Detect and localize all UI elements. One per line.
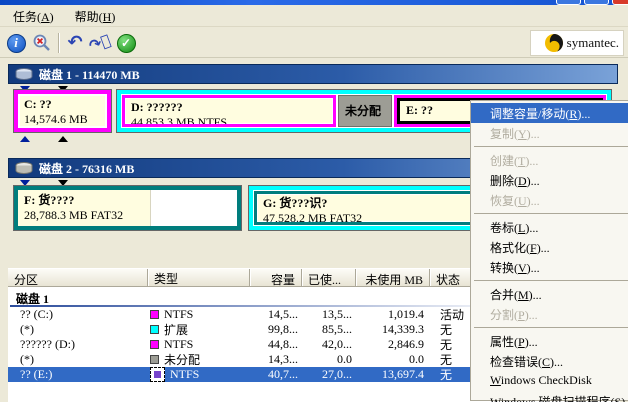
menu-help[interactable]: 帮助(H) <box>66 5 125 27</box>
partition-f-body: F: 货???? 28,788.3 MB FAT32 <box>18 190 237 226</box>
zoom-cancel-button[interactable] <box>30 31 54 55</box>
unallocated-block[interactable]: 未分配 <box>338 95 392 127</box>
cell-capacity: 40,7... <box>250 367 302 382</box>
cell-partition: ?? (C:) <box>8 307 148 322</box>
cell-partition: (*) <box>8 352 148 367</box>
context-menu-item: 创建(T)... <box>471 150 628 170</box>
brand-name: symantec. <box>567 35 619 51</box>
type-swatch-icon <box>150 355 159 364</box>
partition-c[interactable]: C: ?? 14,574.6 MB <box>14 90 111 132</box>
partition-d-label: D: ?????? 44,853.3 MB NTFS <box>125 98 333 124</box>
cell-used: 27,0... <box>302 367 356 382</box>
undo-button[interactable]: ↶ <box>63 31 87 55</box>
cell-type: 扩展 <box>148 321 250 338</box>
context-menu-item[interactable]: 格式化(F)... <box>471 237 628 257</box>
cell-unused: 14,339.3 <box>356 322 430 337</box>
context-menu-item[interactable]: 卷标(L)... <box>471 217 628 237</box>
type-swatch-color <box>154 371 161 378</box>
menu-separator <box>474 280 628 281</box>
partition-manager-window: 任务(A) 帮助(H) i ↶ ↷⃔ ✓ sy <box>0 0 628 402</box>
cell-type: NTFS <box>148 337 250 352</box>
disk2-title: 磁盘 2 - 76316 MB <box>39 160 134 177</box>
context-menu-item[interactable]: 删除(D)... <box>471 170 628 190</box>
partition-f[interactable]: F: 货???? 28,788.3 MB FAT32 <box>14 186 241 230</box>
undo-icon: ↶ <box>67 34 82 52</box>
type-label: NTFS <box>164 337 193 352</box>
toolbar: i ↶ ↷⃔ ✓ symantec. <box>0 28 628 58</box>
column-header-capacity[interactable]: 容量 MB <box>250 269 302 286</box>
marker-icon <box>58 136 68 142</box>
column-header-partition[interactable]: 分区 <box>8 269 148 286</box>
type-swatch-icon <box>150 340 159 349</box>
menu-separator <box>474 146 628 147</box>
partition-c-label: C: ?? 14,574.6 MB <box>18 94 107 128</box>
disk1-title: 磁盘 1 - 114470 MB <box>39 66 140 83</box>
apply-button[interactable]: ✓ <box>114 31 138 55</box>
type-label: 未分配 <box>164 351 200 368</box>
cell-capacity: 14,3... <box>250 352 302 367</box>
type-swatch-icon <box>150 325 159 334</box>
cell-used: 42,0... <box>302 337 356 352</box>
context-menu-item[interactable]: 调整容量/移动(R)... <box>471 103 628 123</box>
disk1-header: 磁盘 1 - 114470 MB <box>8 64 618 84</box>
cell-used: 0.0 <box>302 352 356 367</box>
cell-unused: 2,846.9 <box>356 337 430 352</box>
cell-partition: ?????? (D:) <box>8 337 148 352</box>
partition-f-used: F: 货???? 28,788.3 MB FAT32 <box>18 190 150 226</box>
cell-capacity: 99,8... <box>250 322 302 337</box>
cell-partition: ?? (E:) <box>8 367 148 382</box>
partition-d[interactable]: D: ?????? 44,853.3 MB NTFS <box>122 95 336 127</box>
info-icon: i <box>7 34 26 53</box>
type-swatch-icon <box>150 367 165 382</box>
undo-all-icon: ↷⃔ <box>87 32 112 53</box>
column-header-unused[interactable]: 未使用 MB <box>356 269 430 286</box>
cell-unused: 1,019.4 <box>356 307 430 322</box>
type-label: NTFS <box>170 367 199 382</box>
info-button[interactable]: i <box>4 31 28 55</box>
brand-panel: symantec. <box>530 30 624 56</box>
context-menu: 调整容量/移动(R)...复制(Y)... 创建(T)...删除(D)...恢复(… <box>470 100 628 401</box>
context-menu-item[interactable]: 属性(P)... <box>471 331 628 351</box>
menu-separator <box>474 327 628 328</box>
context-menu-item[interactable]: 合并(M)... <box>471 284 628 304</box>
cell-type: NTFS <box>148 367 250 382</box>
column-header-used[interactable]: 已使... <box>302 269 356 286</box>
disk-icon <box>15 162 33 174</box>
apply-check-icon: ✓ <box>117 34 136 53</box>
context-menu-item: 恢复(U)... <box>471 190 628 210</box>
cell-partition: (*) <box>8 322 148 337</box>
partition-f-free <box>150 190 237 226</box>
context-menu-item: 复制(Y)... <box>471 123 628 143</box>
context-menu-item[interactable]: 检查错误(C)... <box>471 351 628 371</box>
context-menu-item[interactable]: 转换(V)... <box>471 257 628 277</box>
disk-icon <box>15 68 33 80</box>
undo-all-button[interactable]: ↷⃔ <box>88 31 112 55</box>
context-menu-item: 分割(P)... <box>471 304 628 324</box>
cell-capacity: 44,8... <box>250 337 302 352</box>
cell-unused: 0.0 <box>356 352 430 367</box>
type-label: 扩展 <box>164 321 188 338</box>
context-menu-item[interactable]: Windows CheckDisk <box>471 371 628 391</box>
type-swatch-icon <box>150 310 159 319</box>
cell-unused: 13,697.4 <box>356 367 430 382</box>
context-menu-item[interactable]: Windows 磁盘扫描程序(S) <box>471 391 628 402</box>
marker-icon <box>20 136 30 142</box>
menu-bar: 任务(A) 帮助(H) <box>0 5 628 27</box>
cell-used: 85,5... <box>302 322 356 337</box>
cell-capacity: 14,5... <box>250 307 302 322</box>
column-header-type[interactable]: 类型 <box>148 269 250 286</box>
symantec-logo-icon <box>544 33 564 53</box>
magnifier-x-icon <box>32 33 52 53</box>
type-label: NTFS <box>164 307 193 322</box>
cell-used: 13,5... <box>302 307 356 322</box>
menu-tasks[interactable]: 任务(A) <box>4 5 63 27</box>
cell-type: 未分配 <box>148 351 250 368</box>
menu-separator <box>474 213 628 214</box>
cell-type: NTFS <box>148 307 250 322</box>
toolbar-separator <box>58 33 60 53</box>
